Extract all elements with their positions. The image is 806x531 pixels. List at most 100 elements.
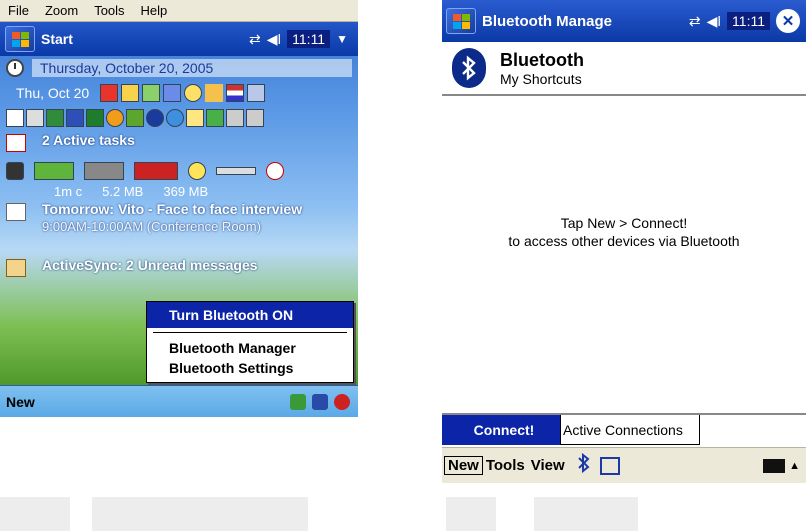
sun-icon[interactable]	[184, 84, 203, 102]
connectivity-icon[interactable]: ⇄	[689, 13, 701, 30]
clock[interactable]: 11:11	[287, 30, 331, 48]
app-icon-4[interactable]	[163, 84, 182, 102]
connectivity-icon[interactable]: ⇄	[249, 31, 261, 48]
app-icon-3[interactable]	[142, 84, 161, 102]
bluetooth-popup-menu: Turn Bluetooth ON Bluetooth Manager Blue…	[146, 301, 354, 383]
page-title: Bluetooth	[500, 49, 584, 70]
bluetooth-manager-screen: Bluetooth Manage ⇄ ◀ǀ 11:11 ✕ Bluetooth …	[442, 0, 806, 483]
tray-sync-icon[interactable]	[290, 393, 306, 410]
weather-icon[interactable]	[205, 84, 224, 102]
sip-arrow-up-icon[interactable]: ▲	[789, 460, 800, 472]
clock-icon	[6, 59, 24, 77]
quick-launch-row-1: Thu, Oct 20	[0, 82, 266, 104]
globe-icon[interactable]	[166, 109, 184, 127]
tray-bluetooth-icon[interactable]	[334, 393, 350, 410]
flag-icon[interactable]	[226, 84, 245, 102]
new-menu[interactable]: New	[444, 456, 483, 475]
tasks-item[interactable]: 2 Active tasks	[0, 132, 358, 152]
windows-start-icon[interactable]	[5, 26, 35, 52]
storage-value: 369 MB	[163, 184, 209, 199]
bluetooth-settings-item[interactable]: Bluetooth Settings	[147, 359, 353, 379]
uptime-value: 1m c	[54, 184, 83, 199]
empty-state-message: Tap New > Connect! to access other devic…	[442, 214, 806, 250]
volume-icon[interactable]: ◀ǀ	[707, 13, 721, 30]
page-subtitle: My Shortcuts	[500, 70, 582, 87]
contact-card-icon[interactable]	[599, 456, 620, 475]
start-label[interactable]: Start	[41, 31, 73, 47]
bottom-soft-key-bar: New	[0, 385, 358, 417]
bluetooth-logo-icon	[452, 48, 486, 88]
tray-network-icon[interactable]	[312, 393, 328, 410]
storage-icon[interactable]	[6, 162, 24, 180]
title-bar: Start ⇄ ◀ǀ 11:11 ▼	[0, 22, 358, 56]
date-row[interactable]: Thursday, October 20, 2005	[0, 57, 358, 79]
excel-icon[interactable]	[86, 109, 104, 127]
plant-icon[interactable]	[126, 109, 144, 127]
menu-zoom[interactable]: Zoom	[45, 3, 78, 18]
caption-placeholder-1	[0, 497, 70, 531]
volume-icon[interactable]: ◀ǀ	[267, 31, 281, 48]
backlight-icon[interactable]	[188, 162, 206, 180]
media-icon[interactable]	[106, 109, 124, 127]
pictures-icon[interactable]	[46, 109, 64, 127]
appointment-item[interactable]: Tomorrow: Vito - Face to face interview …	[0, 201, 358, 235]
menu-tools[interactable]: Tools	[94, 3, 124, 18]
bluetooth-toggle-icon[interactable]	[576, 452, 592, 479]
turn-bluetooth-on-item[interactable]: Turn Bluetooth ON	[147, 302, 353, 328]
tab-bar: Connect! Active Connections	[442, 413, 806, 445]
caption-placeholder-2	[92, 497, 308, 531]
status-row	[6, 160, 284, 182]
alert-icon[interactable]	[266, 162, 284, 180]
today-screen: File Zoom Tools Help Start ⇄ ◀ǀ 11:11 ▼ …	[0, 0, 358, 417]
tools-menu[interactable]: Tools	[483, 457, 528, 474]
word-icon[interactable]	[66, 109, 84, 127]
message-line-1: Tap New > Connect!	[560, 215, 688, 231]
close-button[interactable]: ✕	[776, 9, 800, 33]
calculator-icon[interactable]	[26, 109, 44, 127]
tab-connect[interactable]: Connect!	[442, 415, 566, 445]
windows-start-icon[interactable]	[446, 8, 476, 34]
title-bar: Bluetooth Manage ⇄ ◀ǀ 11:11 ✕	[442, 0, 806, 42]
inbox-icon	[6, 259, 26, 277]
view-menu[interactable]: View	[528, 457, 568, 474]
storage-card-icon[interactable]	[134, 162, 178, 180]
folder-icon[interactable]	[186, 109, 204, 127]
bluetooth-manager-item[interactable]: Bluetooth Manager	[147, 339, 353, 359]
games-icon[interactable]	[206, 109, 224, 127]
ok-chevron-icon[interactable]: ▼	[336, 32, 348, 46]
tasks-text: 2 Active tasks	[42, 132, 135, 148]
chart-icon[interactable]	[247, 84, 266, 102]
new-softkey[interactable]: New	[6, 394, 35, 410]
long-date[interactable]: Thursday, October 20, 2005	[32, 59, 352, 77]
calendar-icon	[6, 203, 26, 221]
scroll-down-icon[interactable]	[226, 109, 244, 127]
caption-placeholder-4	[534, 497, 638, 531]
short-date[interactable]: Thu, Oct 20	[16, 85, 89, 101]
activesync-item[interactable]: ActiveSync: 2 Unread messages	[0, 257, 358, 277]
menu-help[interactable]: Help	[141, 3, 168, 18]
tab-active-connections[interactable]: Active Connections	[560, 415, 700, 445]
menu-separator	[153, 332, 347, 333]
menu-file[interactable]: File	[8, 3, 29, 18]
message-line-2: to access other devices via Bluetooth	[508, 233, 740, 249]
ram-value: 5.2 MB	[102, 184, 144, 199]
keyboard-icon[interactable]	[763, 458, 786, 473]
app-icon-1[interactable]	[100, 84, 119, 102]
notes-icon[interactable]	[6, 109, 24, 127]
app-title: Bluetooth Manage	[482, 12, 612, 30]
system-tray	[290, 393, 350, 410]
memory-icon[interactable]	[84, 162, 124, 180]
bluetooth-icon[interactable]	[146, 109, 164, 127]
activesync-text: ActiveSync: 2 Unread messages	[42, 257, 258, 273]
appointment-detail: 9:00AM-10:00AM (Conference Room)	[42, 219, 261, 234]
clock[interactable]: 11:11	[727, 12, 770, 30]
quick-launch-row-2	[6, 107, 264, 129]
appointment-text: Tomorrow: Vito - Face to face interview …	[42, 201, 302, 235]
tasks-icon	[6, 134, 26, 152]
battery-icon[interactable]	[34, 162, 74, 180]
brightness-slider[interactable]	[216, 167, 256, 175]
appointment-title: Tomorrow: Vito - Face to face interview	[42, 201, 303, 217]
bottom-menu-bar: New Tools View ▲	[442, 447, 806, 483]
scroll-up-icon[interactable]	[246, 109, 264, 127]
app-icon-2[interactable]	[121, 84, 140, 102]
